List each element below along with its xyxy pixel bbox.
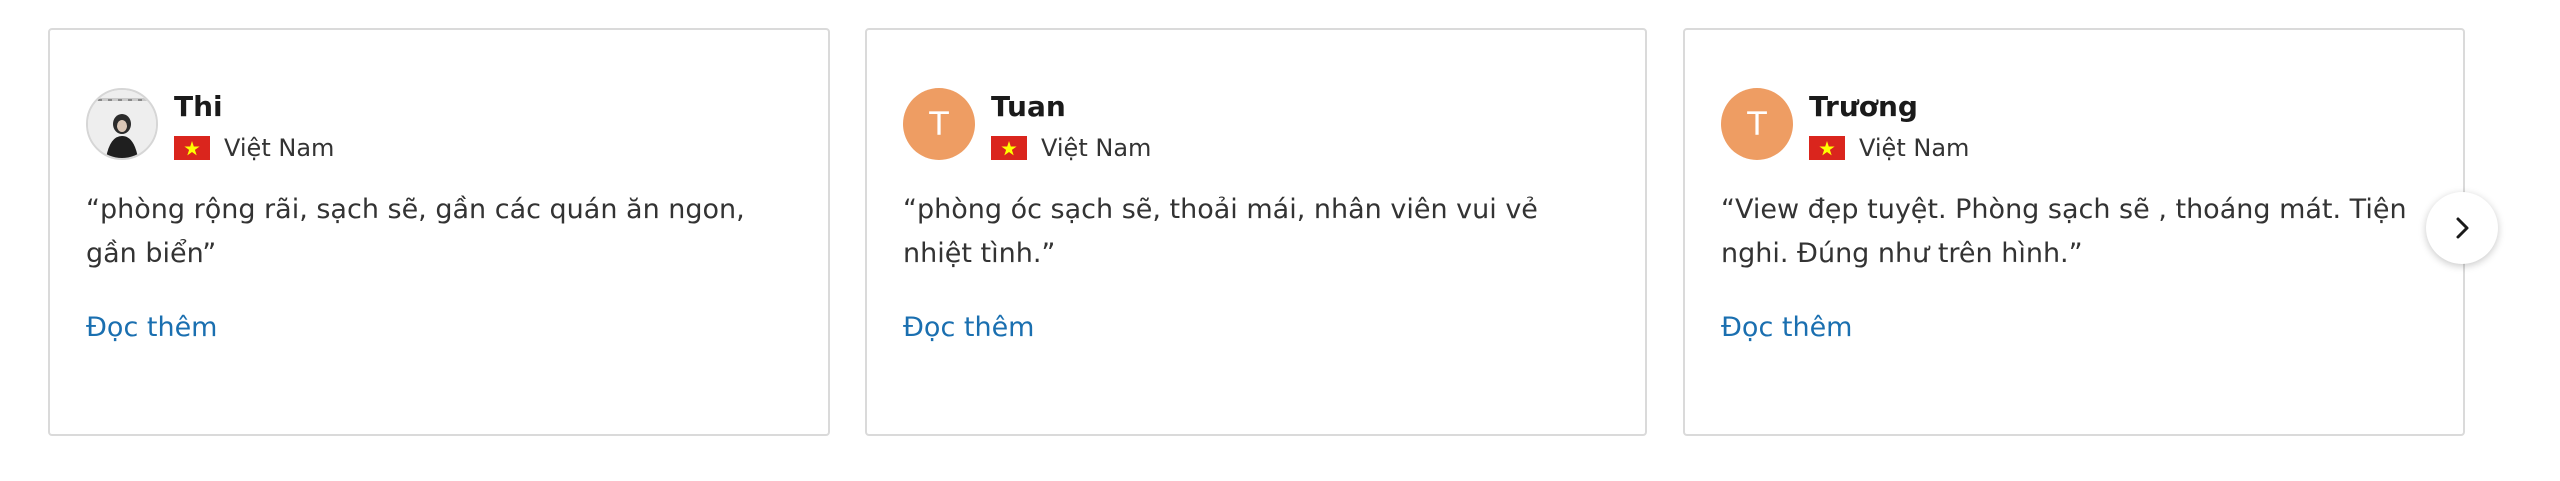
read-more-link[interactable]: Đọc thêm (1721, 312, 1852, 343)
reviewer-country: Việt Nam (174, 134, 334, 162)
country-label: Việt Nam (224, 134, 335, 162)
reviewer-name: Tuan (991, 90, 1066, 123)
review-text: “View đẹp tuyệt. Phòng sạch sẽ , thoáng … (1721, 194, 2407, 269)
review-text: “phòng rộng rãi, sạch sẽ, gần các quán ă… (86, 194, 745, 269)
avatar: T (1721, 88, 1793, 160)
reviewer-country: Việt Nam (991, 134, 1151, 162)
country-label: Việt Nam (1859, 134, 1970, 162)
avatar (86, 88, 158, 160)
avatar-photo-icon (88, 90, 156, 158)
review-text: “phòng óc sạch sẽ, thoải mái, nhân viên … (903, 194, 1538, 269)
avatar: T (903, 88, 975, 160)
vietnam-flag-icon (1809, 136, 1845, 160)
review-card: Thi Việt Nam “phòng rộng rãi, sạch sẽ, g… (48, 28, 830, 436)
next-button[interactable] (2426, 192, 2498, 264)
read-more-link[interactable]: Đọc thêm (86, 312, 217, 343)
reviewer-country: Việt Nam (1809, 134, 1969, 162)
review-card: T Tuan Việt Nam “phòng óc sạch sẽ, thoải… (865, 28, 1647, 436)
reviews-carousel: Thi Việt Nam “phòng rộng rãi, sạch sẽ, g… (0, 0, 2560, 481)
vietnam-flag-icon (991, 136, 1027, 160)
country-label: Việt Nam (1041, 134, 1152, 162)
review-card: T Trương Việt Nam “View đẹp tuyệt. Phòng… (1683, 28, 2465, 436)
reviewer-name: Thi (174, 90, 223, 123)
read-more-link[interactable]: Đọc thêm (903, 312, 1034, 343)
vietnam-flag-icon (174, 136, 210, 160)
reviewer-name: Trương (1809, 90, 1918, 123)
chevron-right-icon (2456, 217, 2469, 239)
